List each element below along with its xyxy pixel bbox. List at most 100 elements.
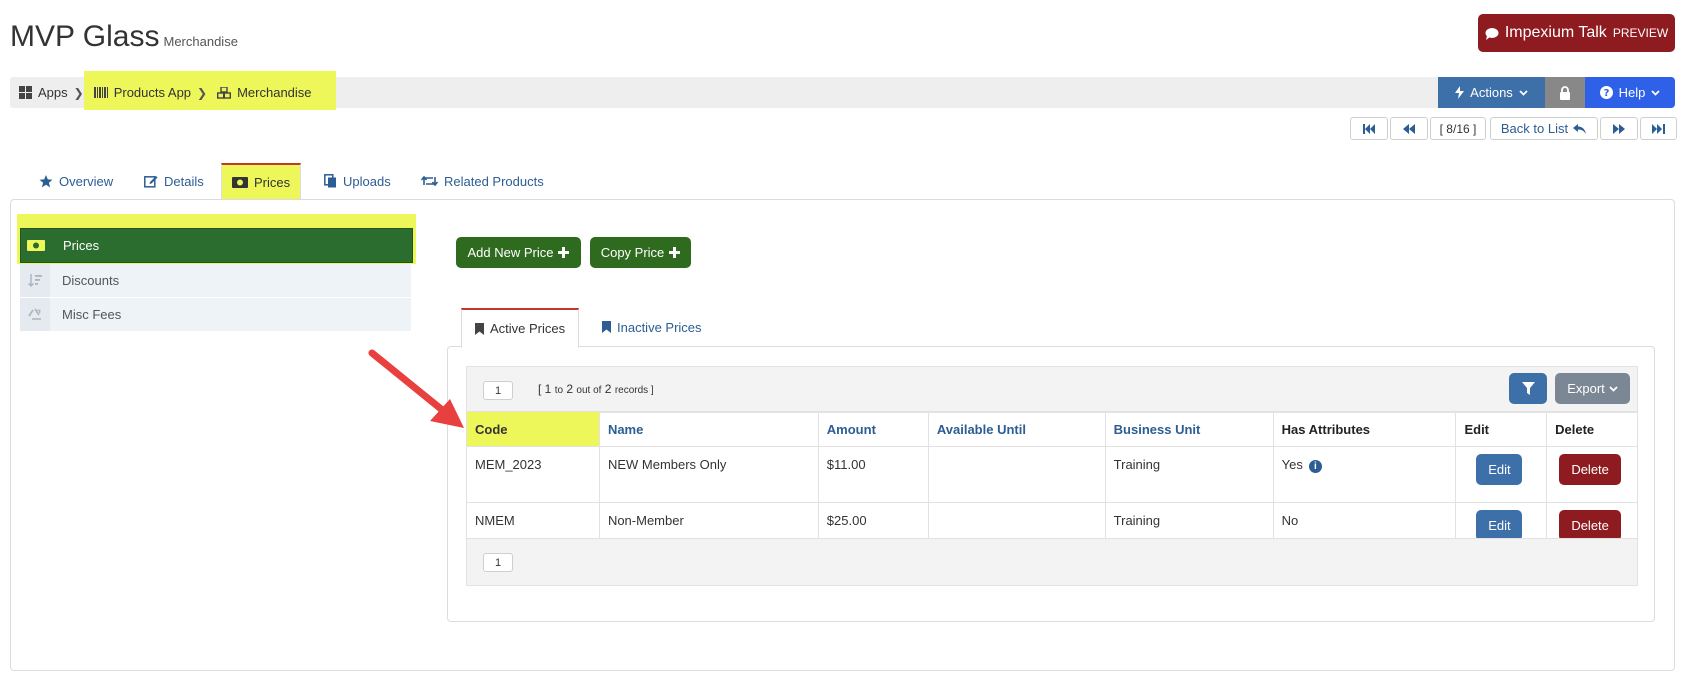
edit-button[interactable]: Edit	[1476, 510, 1523, 541]
table-row: MEM_2023 NEW Members Only $11.00 Trainin…	[466, 446, 1638, 503]
star-icon	[39, 174, 53, 188]
chevron-right-icon: ❯	[197, 85, 208, 100]
previous-record-button[interactable]	[1390, 117, 1428, 140]
breadcrumb: Apps ❯ Products App ❯ Merchandise	[19, 77, 312, 108]
chevron-right-icon: ❯	[73, 85, 84, 100]
side-menu-misc-fees-label: Misc Fees	[62, 307, 122, 322]
cell-delete: Delete	[1546, 446, 1638, 503]
record-counter: [ 8/16 ]	[1430, 117, 1486, 140]
side-menu-discounts[interactable]: Discounts	[20, 264, 411, 298]
tab-prices-label: Prices	[254, 175, 291, 190]
copy-price-button[interactable]: Copy Price	[590, 237, 691, 268]
help-button[interactable]: ? Help	[1585, 77, 1675, 108]
tab-active-prices[interactable]: Active Prices	[461, 308, 580, 348]
tab-uploads[interactable]: Uploads	[314, 163, 401, 199]
plus-icon	[558, 247, 570, 258]
column-edit: Edit	[1455, 411, 1548, 447]
first-record-button[interactable]	[1350, 117, 1388, 140]
plus-icon	[669, 247, 681, 258]
cubes-icon	[217, 86, 232, 99]
bolt-icon	[1455, 86, 1465, 99]
actions-button[interactable]: Actions	[1438, 77, 1545, 108]
table-header-row: Code Name Amount Available Until Busines…	[466, 411, 1638, 447]
recycle-icon	[20, 298, 50, 331]
tab-prices[interactable]: Prices	[221, 163, 302, 200]
fast-forward-icon	[1652, 123, 1665, 134]
tab-uploads-label: Uploads	[343, 173, 391, 189]
delete-button[interactable]: Delete	[1559, 510, 1622, 541]
tab-related-products[interactable]: Related Products	[411, 163, 554, 199]
has-attributes-value: Yes	[1281, 457, 1303, 472]
copy-price-label: Copy Price	[600, 245, 665, 260]
tab-related-products-label: Related Products	[444, 173, 544, 189]
export-button[interactable]: Export	[1555, 373, 1630, 404]
copy-icon	[324, 174, 337, 188]
column-code[interactable]: Code	[466, 411, 600, 447]
back-to-list-button[interactable]: Back to List	[1490, 117, 1598, 140]
tab-inactive-prices-label: Inactive Prices	[617, 319, 702, 335]
side-menu-misc-fees[interactable]: Misc Fees	[20, 298, 411, 332]
barcode-icon	[93, 87, 108, 98]
tab-active-prices-label: Active Prices	[490, 321, 566, 336]
chevron-down-icon	[1609, 385, 1618, 392]
tab-details-label: Details	[164, 173, 204, 189]
breadcrumb-apps[interactable]: Apps	[38, 85, 68, 100]
edit-icon	[144, 174, 158, 188]
impexium-talk-label: Impexium Talk	[1504, 24, 1607, 41]
chevron-down-icon	[1651, 89, 1661, 96]
tab-overview[interactable]: Overview	[29, 163, 123, 199]
export-label: Export	[1567, 381, 1605, 396]
lock-button[interactable]	[1545, 77, 1585, 108]
add-new-price-label: Add New Price	[467, 245, 554, 260]
column-has-attributes: Has Attributes	[1272, 411, 1457, 447]
column-name[interactable]: Name	[598, 411, 819, 447]
next-record-button[interactable]	[1600, 117, 1638, 140]
records-summary: [ 1 to 2 out of 2 records ]	[538, 382, 654, 396]
backward-icon	[1403, 123, 1415, 134]
grid-icon	[19, 86, 32, 99]
money-icon	[232, 177, 248, 188]
actions-label: Actions	[1470, 85, 1513, 100]
cell-has-attributes: Yes i	[1272, 446, 1457, 503]
help-label: Help	[1618, 85, 1646, 100]
column-available-until[interactable]: Available Until	[927, 411, 1106, 447]
svg-text:?: ?	[1603, 88, 1609, 99]
grid-page-bottom[interactable]: 1	[483, 553, 513, 572]
delete-button[interactable]: Delete	[1559, 454, 1622, 485]
tab-details[interactable]: Details	[134, 163, 214, 199]
chevron-down-icon	[1519, 89, 1528, 96]
retweet-icon	[421, 175, 438, 187]
side-menu-discounts-label: Discounts	[62, 273, 120, 288]
cell-amount: $11.00	[817, 446, 929, 503]
sort-amount-icon	[20, 264, 50, 297]
page-title: MVP Glass Merchandise	[10, 20, 238, 53]
tab-overview-label: Overview	[59, 173, 114, 189]
bookmark-icon	[602, 321, 611, 333]
prices-table: Code Name Amount Available Until Busines…	[466, 411, 1638, 559]
side-menu-prices[interactable]: Prices	[20, 228, 413, 263]
edit-button[interactable]: Edit	[1476, 454, 1523, 485]
tab-inactive-prices[interactable]: Inactive Prices	[589, 308, 715, 346]
add-new-price-button[interactable]: Add New Price	[456, 237, 581, 268]
annotation-arrow	[368, 349, 464, 428]
cell-code: MEM_2023	[466, 446, 600, 503]
preview-badge: PREVIEW	[1612, 26, 1669, 40]
last-record-button[interactable]	[1640, 117, 1677, 140]
info-icon[interactable]: i	[1308, 460, 1322, 473]
side-menu-prices-label: Prices	[63, 238, 100, 253]
grid-footer	[466, 538, 1638, 586]
cell-name: NEW Members Only	[598, 446, 819, 503]
breadcrumb-products-app[interactable]: Products App	[114, 85, 191, 100]
impexium-talk-button[interactable]: Impexium Talk PREVIEW	[1478, 14, 1675, 52]
filter-button[interactable]	[1509, 373, 1547, 404]
grid-page-top[interactable]: 1	[483, 381, 513, 400]
lock-icon	[1559, 85, 1571, 100]
bookmark-icon	[475, 322, 484, 335]
filter-icon	[1521, 382, 1535, 395]
column-amount[interactable]: Amount	[817, 411, 929, 447]
column-business-unit[interactable]: Business Unit	[1104, 411, 1274, 447]
cell-available-until	[927, 446, 1106, 503]
breadcrumb-merchandise[interactable]: Merchandise	[237, 85, 311, 100]
cell-business-unit: Training	[1104, 446, 1274, 503]
comment-icon	[1485, 27, 1499, 40]
